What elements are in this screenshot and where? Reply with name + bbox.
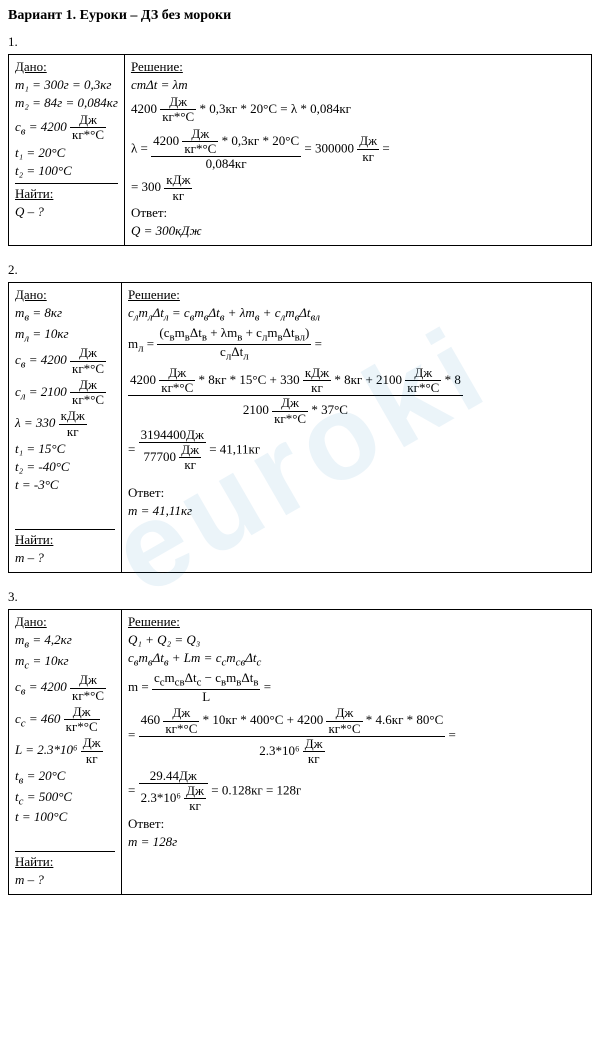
given-label: Дано: xyxy=(15,287,115,303)
find-label: Найти: xyxy=(15,851,115,870)
solution-cell: Решение: cлmлΔtл = cвmвΔtв + λmв + cлmвΔ… xyxy=(122,283,592,573)
find-label: Найти: xyxy=(15,529,115,548)
eq-line: = 300 кДжкг xyxy=(131,173,585,203)
problem-number: 2. xyxy=(8,262,592,278)
answer-line: m = 128г xyxy=(128,834,585,850)
find-line: Q – ? xyxy=(15,204,118,220)
problem-2: Дано: mв = 8кг mл = 10кг cв = 4200 Джкг*… xyxy=(8,282,592,573)
given-line: mл = 10кг xyxy=(15,326,115,345)
eq-line: 4200 Джкг*°C * 8кг * 15°C + 330 кДжкг * … xyxy=(128,366,585,426)
problem-1: Дано: m₁ = 300г = 0,3кг m₂ = 84г = 0,084… xyxy=(8,54,592,246)
given-line: λ = 330 кДжкг xyxy=(15,409,115,439)
given-label: Дано: xyxy=(15,59,118,75)
eq-line: = 460 Джкг*°C * 10кг * 400°C + 4200 Джкг… xyxy=(128,706,585,766)
answer-label: Ответ: xyxy=(131,205,585,221)
answer-line: m = 41,11кг xyxy=(128,503,585,519)
answer-label: Ответ: xyxy=(128,485,585,501)
given-line: m₂ = 84г = 0,084кг xyxy=(15,95,118,111)
eq-line: mл = (cвmвΔtв + λmв + cлmвΔtвл)cлΔtл = xyxy=(128,326,585,364)
solution-cell: Решение: cmΔt = λm 4200 Джкг*°C * 0,3кг … xyxy=(124,55,591,246)
find-label: Найти: xyxy=(15,183,118,202)
given-line: cв = 4200 Джкг*°C xyxy=(15,346,115,376)
solution-label: Решение: xyxy=(128,287,585,303)
given-line: cв = 4200 Джкг*°C xyxy=(15,113,118,143)
given-label: Дано: xyxy=(15,614,115,630)
given-line: t₂ = 100°C xyxy=(15,163,118,179)
given-line: t = -3°C xyxy=(15,477,115,493)
eq-line: λ = 4200 Джкг*°C * 0,3кг * 20°C 0,084кг … xyxy=(131,127,585,172)
eq-line: Q₁ + Q₂ = Q₃ xyxy=(128,632,585,648)
solution-cell: Решение: Q₁ + Q₂ = Q₃ cвmвΔtв + Lm = ccm… xyxy=(122,610,592,895)
eq-line: 4200 Джкг*°C * 0,3кг * 20°C = λ * 0,084к… xyxy=(131,95,585,125)
find-line: m – ? xyxy=(15,872,115,888)
given-line: cc = 460 Джкг*°C xyxy=(15,705,115,735)
given-line: mв = 4,2кг xyxy=(15,632,115,651)
solution-label: Решение: xyxy=(131,59,585,75)
answer-label: Ответ: xyxy=(128,816,585,832)
page-title: Вариант 1. Еуроки – ДЗ без мороки xyxy=(8,8,592,24)
given-line: mc = 10кг xyxy=(15,653,115,672)
problem-3: Дано: mв = 4,2кг mc = 10кг cв = 4200 Джк… xyxy=(8,609,592,895)
problem-number: 1. xyxy=(8,34,592,50)
given-line: t₁ = 15°C xyxy=(15,441,115,457)
given-line: t₁ = 20°C xyxy=(15,145,118,161)
given-cell: Дано: m₁ = 300г = 0,3кг m₂ = 84г = 0,084… xyxy=(9,55,125,246)
eq-line: = 3194400Дж 77700 Джкг = 41,11кг xyxy=(128,428,585,473)
given-line: L = 2.3*10⁶ Джкг xyxy=(15,736,115,766)
given-cell: Дано: mв = 8кг mл = 10кг cв = 4200 Джкг*… xyxy=(9,283,122,573)
find-line: m – ? xyxy=(15,550,115,566)
problem-number: 3. xyxy=(8,589,592,605)
given-cell: Дано: mв = 4,2кг mc = 10кг cв = 4200 Джк… xyxy=(9,610,122,895)
given-line: m₁ = 300г = 0,3кг xyxy=(15,77,118,93)
eq-line: cвmвΔtв + Lm = ccmcвΔtc xyxy=(128,650,585,669)
eq-line: cmΔt = λm xyxy=(131,77,585,93)
given-line: t = 100°C xyxy=(15,809,115,825)
eq-line: = 29.44Дж 2.3*10⁶ Джкг = 0.128кг = 128г xyxy=(128,769,585,814)
given-line: tc = 500°C xyxy=(15,789,115,808)
given-line: tв = 20°C xyxy=(15,768,115,787)
solution-label: Решение: xyxy=(128,614,585,630)
given-line: t₂ = -40°C xyxy=(15,459,115,475)
given-line: cв = 4200 Джкг*°C xyxy=(15,673,115,703)
given-line: mв = 8кг xyxy=(15,305,115,324)
eq-line: cлmлΔtл = cвmвΔtв + λmв + cлmвΔtвл xyxy=(128,305,585,324)
answer-line: Q = 300кДж xyxy=(131,223,585,239)
given-line: cл = 2100 Джкг*°C xyxy=(15,378,115,408)
eq-line: m = ccmcвΔtc − cвmвΔtвL = xyxy=(128,671,585,705)
